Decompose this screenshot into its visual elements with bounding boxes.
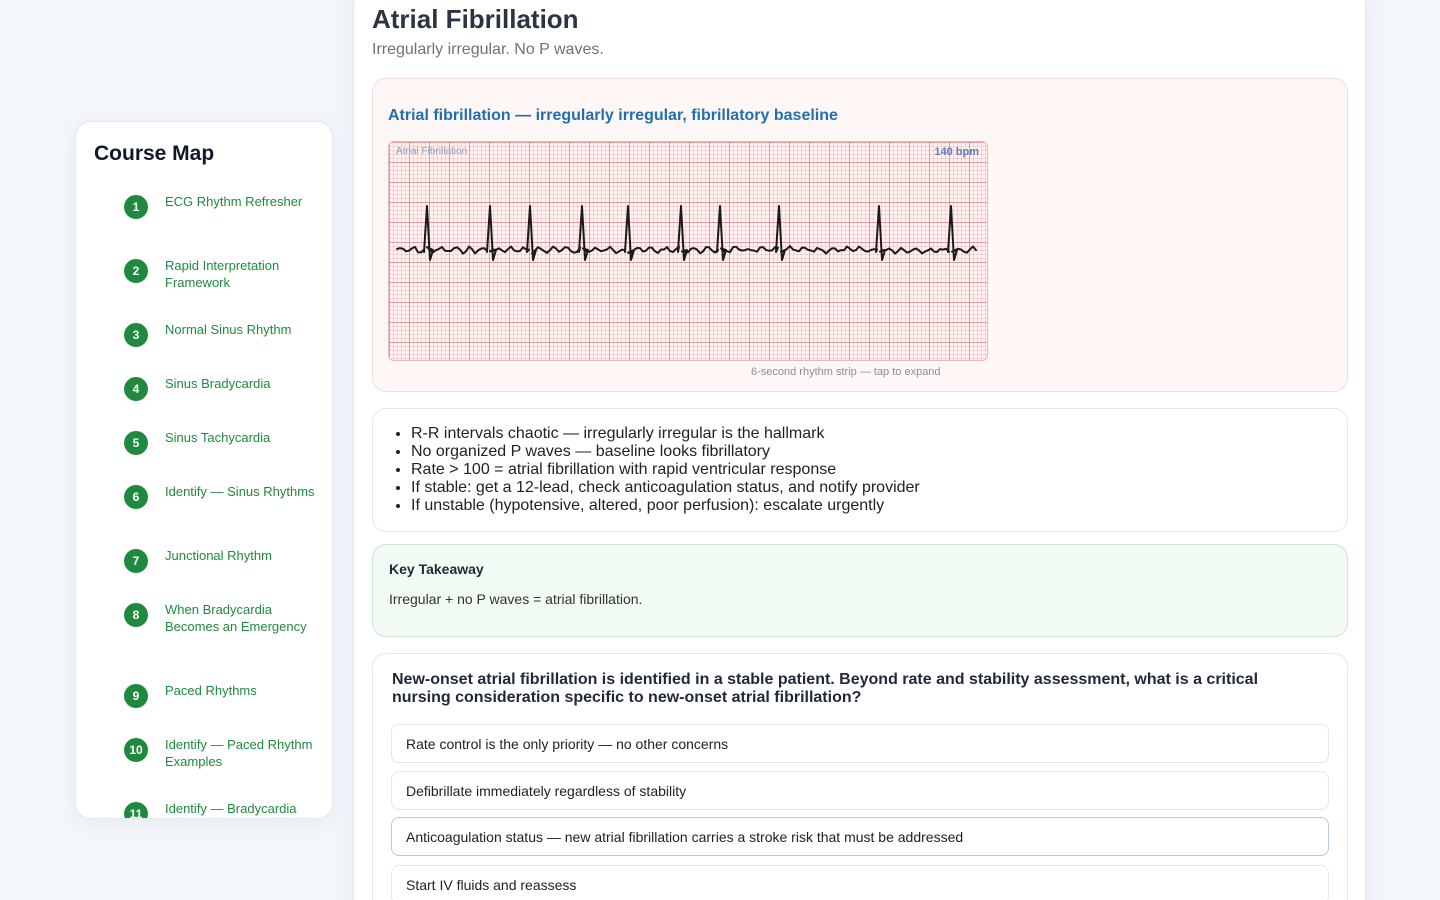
- course-map-title: Course Map: [94, 142, 215, 165]
- key-point: R-R intervals chaotic — irregularly irre…: [411, 425, 920, 443]
- course-map-item[interactable]: 2 Rapid Interpretation Framework: [124, 257, 324, 291]
- key-point: If unstable (hypotensive, altered, poor …: [411, 497, 920, 515]
- course-map-item[interactable]: 8 When Bradycardia Becomes an Emergency: [124, 601, 324, 635]
- step-number-badge: 3: [124, 323, 148, 347]
- quiz-option-d[interactable]: Start IV fluids and reassess: [391, 865, 1329, 900]
- course-map-item-label: Identify — Bradycardia: [165, 801, 297, 816]
- course-map-item-label: Identify — Paced Rhythm Examples: [165, 737, 313, 769]
- course-map-item[interactable]: 5 Sinus Tachycardia: [124, 429, 324, 455]
- course-map-item-label: When Bradycardia Becomes an Emergency: [165, 602, 307, 634]
- course-map-item[interactable]: 7 Junctional Rhythm: [124, 547, 324, 573]
- heart-rate-readout: 140 bpm: [934, 146, 979, 158]
- rhythm-strip-heading: Atrial fibrillation — irregularly irregu…: [388, 107, 838, 124]
- key-takeaway-card: Key Takeaway Irregular + no P waves = at…: [372, 544, 1348, 637]
- step-number-badge: 11: [124, 802, 148, 818]
- course-map-item-label: Sinus Bradycardia: [165, 376, 271, 391]
- key-point: No organized P waves — baseline looks fi…: [411, 443, 920, 461]
- ecg-rhythm-strip[interactable]: Atrial Fibrillation 140 bpm: [388, 141, 988, 361]
- course-map-item[interactable]: 9 Paced Rhythms: [124, 682, 324, 708]
- rhythm-strip-caption: 6-second rhythm strip — tap to expand: [751, 366, 941, 378]
- step-number-badge: 10: [124, 738, 148, 762]
- course-map-item[interactable]: 4 Sinus Bradycardia: [124, 375, 324, 401]
- step-number-badge: 9: [124, 684, 148, 708]
- quiz-option-a[interactable]: Rate control is the only priority — no o…: [391, 724, 1329, 763]
- step-number-badge: 1: [124, 195, 148, 219]
- course-map-item-label: ECG Rhythm Refresher: [165, 194, 303, 209]
- key-takeaway-text: Irregular + no P waves = atrial fibrilla…: [389, 591, 643, 607]
- lesson-panel: Atrial Fibrillation Irregularly irregula…: [353, 0, 1366, 900]
- course-map-item[interactable]: 3 Normal Sinus Rhythm: [124, 321, 324, 347]
- quiz-card: New-onset atrial fibrillation is identif…: [372, 653, 1348, 900]
- course-map-item-label: Identify — Sinus Rhythms: [165, 484, 315, 499]
- key-point: If stable: get a 12-lead, check anticoag…: [411, 479, 920, 497]
- step-number-badge: 6: [124, 485, 148, 509]
- course-map-item-label: Paced Rhythms: [165, 683, 257, 698]
- page-title: Atrial Fibrillation: [372, 4, 579, 34]
- page-subtitle: Irregularly irregular. No P waves.: [372, 41, 604, 58]
- course-map-item[interactable]: 10 Identify — Paced Rhythm Examples: [124, 736, 324, 770]
- key-takeaway-title: Key Takeaway: [389, 561, 484, 577]
- course-map: Course Map 1 ECG Rhythm Refresher 2 Rapi…: [75, 121, 333, 819]
- step-number-badge: 8: [124, 603, 148, 627]
- key-point: Rate > 100 = atrial fibrillation with ra…: [411, 461, 920, 479]
- step-number-badge: 5: [124, 431, 148, 455]
- step-number-badge: 2: [124, 259, 148, 283]
- course-map-item-label: Rapid Interpretation Framework: [165, 258, 280, 290]
- rhythm-strip-card: Atrial fibrillation — irregularly irregu…: [372, 78, 1348, 392]
- course-map-item-label: Sinus Tachycardia: [165, 430, 271, 445]
- quiz-question: New-onset atrial fibrillation is identif…: [392, 671, 1259, 706]
- step-number-badge: 7: [124, 549, 148, 573]
- course-map-item-label: Normal Sinus Rhythm: [165, 322, 292, 337]
- course-map-item[interactable]: 1 ECG Rhythm Refresher: [124, 193, 324, 219]
- rhythm-strip-label: Atrial Fibrillation: [396, 146, 468, 157]
- course-map-item[interactable]: 11 Identify — Bradycardia: [124, 800, 324, 818]
- key-points-list: R-R intervals chaotic — irregularly irre…: [411, 425, 920, 515]
- step-number-badge: 4: [124, 377, 148, 401]
- quiz-option-c[interactable]: Anticoagulation status — new atrial fibr…: [391, 817, 1329, 856]
- quiz-option-b[interactable]: Defibrillate immediately regardless of s…: [391, 771, 1329, 810]
- ecg-trace: [396, 205, 977, 261]
- course-map-item[interactable]: 6 Identify — Sinus Rhythms: [124, 483, 324, 509]
- course-map-item-label: Junctional Rhythm: [165, 548, 272, 563]
- ecg-trace-svg: [396, 205, 977, 261]
- key-points-card: R-R intervals chaotic — irregularly irre…: [372, 408, 1348, 532]
